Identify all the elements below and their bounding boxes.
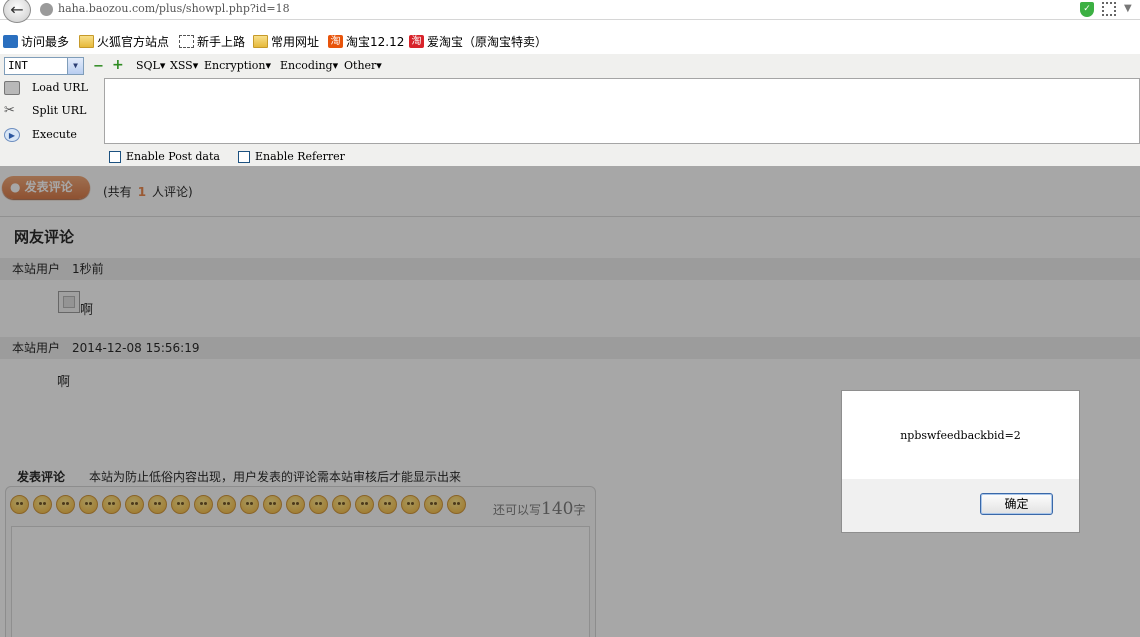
bookmark-most-visited[interactable]: 访问最多 — [3, 33, 69, 50]
site-identity-icon[interactable] — [40, 3, 53, 16]
qr-code-icon[interactable] — [1102, 2, 1116, 16]
bookmark-taobao-1212[interactable]: 淘 淘宝12.12 — [328, 33, 404, 50]
bookmark-common-sites[interactable]: 常用网址 — [253, 33, 319, 50]
chevron-down-icon[interactable]: ▼ — [67, 58, 83, 74]
taobao-icon: 淘 — [409, 35, 424, 48]
bookmark-firefox-official[interactable]: 火狐官方站点 — [79, 33, 169, 50]
url-textarea[interactable] — [104, 78, 1140, 144]
taobao-icon: 淘 — [328, 35, 343, 48]
dialog-message: npbswfeedbackbid=2 — [900, 429, 1021, 442]
load-url-icon — [4, 81, 20, 95]
load-url-button[interactable]: Load URL — [0, 78, 104, 100]
menu-xss[interactable]: XSS▾ — [170, 59, 198, 72]
menu-other[interactable]: Other▾ — [344, 59, 382, 72]
ok-button[interactable]: 确定 — [980, 493, 1053, 515]
bookmark-getting-started[interactable]: 新手上路 — [179, 33, 245, 50]
dashed-box-icon — [179, 35, 194, 48]
bookmark-ai-taobao[interactable]: 淘 爱淘宝（原淘宝特卖） — [409, 33, 547, 50]
shield-icon[interactable]: ✓ — [1080, 2, 1094, 17]
minus-icon[interactable]: − — [93, 59, 104, 74]
alert-dialog: npbswfeedbackbid=2 确定 — [841, 390, 1080, 533]
address-input[interactable]: haha.baozou.com/plus/showpl.php?id=18 — [58, 2, 290, 15]
enable-referrer-checkbox[interactable]: Enable Referrer — [238, 150, 345, 163]
plus-icon[interactable]: + — [112, 57, 124, 73]
play-icon: ▶ — [4, 128, 20, 142]
scissors-icon: ✂ — [4, 103, 15, 118]
enable-post-checkbox[interactable]: Enable Post data — [109, 150, 220, 163]
search-icon — [3, 35, 18, 48]
url-bar: ← haha.baozou.com/plus/showpl.php?id=18 … — [0, 0, 1140, 23]
menu-sql[interactable]: SQL▾ — [136, 59, 165, 72]
hackbar-panel: INT ▼ − + SQL▾ XSS▾ Encryption▾ Encoding… — [0, 54, 1140, 166]
folder-icon — [253, 35, 268, 48]
back-button[interactable]: ← — [3, 0, 31, 23]
split-url-button[interactable]: ✂ Split URL — [0, 101, 104, 123]
bookmarks-bar: 访问最多 火狐官方站点 新手上路 常用网址 淘 淘宝12.12 淘 爱淘宝（原淘… — [0, 30, 1140, 52]
dialog-body: npbswfeedbackbid=2 — [842, 391, 1079, 479]
folder-icon — [79, 35, 94, 48]
menu-encoding[interactable]: Encoding▾ — [280, 59, 338, 72]
menu-encryption[interactable]: Encryption▾ — [204, 59, 271, 72]
dropdown-arrow-icon[interactable]: ▼ — [1124, 3, 1132, 14]
type-select[interactable]: INT ▼ — [4, 57, 84, 75]
execute-button[interactable]: ▶ Execute — [0, 125, 104, 147]
back-arrow-icon: ← — [10, 0, 24, 19]
